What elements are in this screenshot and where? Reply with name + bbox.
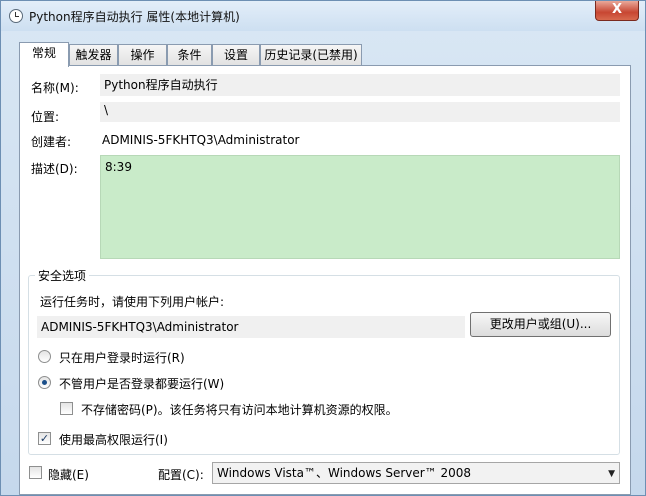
description-field[interactable]: 8:39 — [100, 155, 620, 259]
highest-privileges-checkbox[interactable]: ✓ — [38, 432, 51, 445]
run-as-prompt: 运行任务时，请使用下列用户帐户: — [40, 295, 225, 309]
clock-icon — [9, 9, 23, 23]
tab-history[interactable]: 历史记录(已禁用) — [260, 44, 362, 66]
no-store-password-checkbox[interactable] — [60, 402, 73, 415]
author-label: 创建者: — [31, 135, 72, 149]
tab-conditions[interactable]: 条件 — [167, 44, 212, 66]
security-options-title: 安全选项 — [35, 267, 90, 284]
radio-whether-logged-on-label[interactable]: 不管用户是否登录都要运行(W) — [59, 375, 224, 392]
radio-whether-logged-on[interactable] — [38, 376, 51, 389]
hidden-checkbox[interactable] — [29, 466, 42, 479]
location-label: 位置: — [31, 110, 60, 124]
window-title: Python程序自动执行 属性(本地计算机) — [29, 10, 240, 24]
dropdown-arrow-icon[interactable]: ▼ — [608, 464, 615, 484]
tab-triggers[interactable]: 触发器 — [69, 44, 118, 66]
configure-select[interactable]: Windows Vista™、Windows Server™ 2008 ▼ — [212, 462, 620, 484]
close-icon: X — [611, 2, 623, 17]
configure-value: Windows Vista™、Windows Server™ 2008 — [217, 466, 472, 480]
security-options-group: 安全选项 运行任务时，请使用下列用户帐户: ADMINIS-5FKHTQ3\Ad… — [28, 267, 620, 455]
user-account-field: ADMINIS-5FKHTQ3\Administrator — [37, 316, 465, 338]
title-bar[interactable]: Python程序自动执行 属性(本地计算机) X — [1, 1, 645, 31]
location-field: \ — [100, 102, 620, 122]
author-value: ADMINIS-5FKHTQ3\Administrator — [102, 133, 300, 147]
hidden-label[interactable]: 隐藏(E) — [48, 466, 89, 483]
close-button[interactable]: X — [595, 1, 639, 21]
name-field[interactable]: Python程序自动执行 — [100, 74, 620, 96]
tab-actions[interactable]: 操作 — [118, 44, 167, 66]
radio-logged-on[interactable] — [38, 350, 51, 363]
configure-label: 配置(C): — [158, 468, 204, 482]
name-label: 名称(M): — [31, 81, 79, 95]
tab-settings[interactable]: 设置 — [212, 44, 260, 66]
no-store-password-label[interactable]: 不存储密码(P)。该任务将只有访问本地计算机资源的权限。 — [81, 401, 398, 418]
general-tab-panel: 名称(M): Python程序自动执行 位置: \ 创建者: ADMINIS-5… — [19, 65, 631, 495]
description-label: 描述(D): — [31, 162, 78, 176]
radio-logged-on-label[interactable]: 只在用户登录时运行(R) — [59, 349, 185, 366]
properties-window: Python程序自动执行 属性(本地计算机) X 常规 触发器 操作 条件 设置… — [0, 0, 646, 496]
tab-general[interactable]: 常规 — [19, 42, 69, 67]
highest-privileges-label[interactable]: 使用最高权限运行(I) — [59, 431, 168, 448]
change-user-button[interactable]: 更改用户或组(U)... — [470, 312, 611, 337]
